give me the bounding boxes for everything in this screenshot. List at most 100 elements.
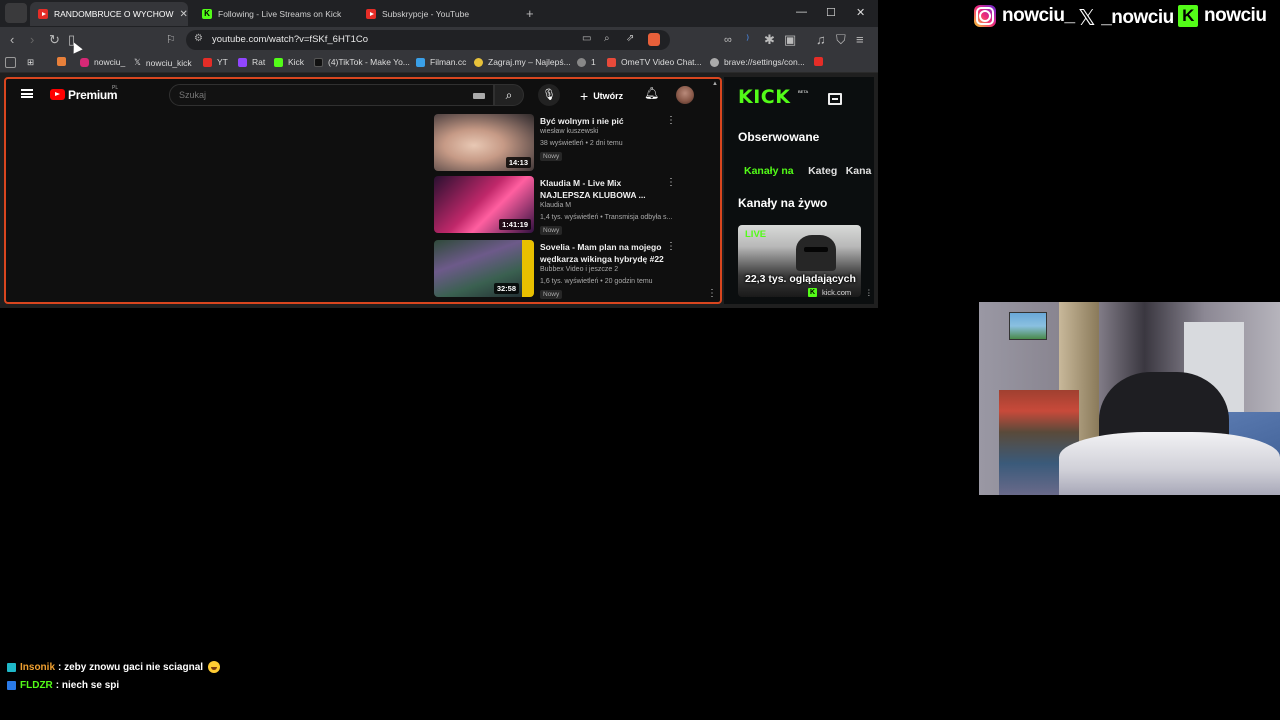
bookmark-icon[interactable]: ⚐	[166, 32, 176, 48]
menu-icon[interactable]: ≡	[856, 32, 864, 48]
video-title[interactable]: Klaudia M - Live Mix NAJLEPSZA KLUBOWA .…	[540, 177, 664, 201]
bookmark-rat[interactable]: Rat	[238, 57, 265, 67]
more-options-icon[interactable]: ⋮	[666, 116, 676, 126]
bookmark-yt[interactable]: YT	[203, 57, 228, 67]
more-options-icon[interactable]: ⋮	[666, 242, 676, 252]
microphone-icon: 🎙︎	[542, 89, 556, 101]
tab-categories[interactable]: Kateg	[808, 165, 837, 177]
bookmark-filman[interactable]: Filman.cc	[416, 57, 466, 67]
bookmark-nowciu-kick[interactable]: 𝕏nowciu_kick	[134, 57, 192, 68]
tab-channels[interactable]: Kana	[846, 165, 872, 177]
live-stream-card[interactable]: LIVE 22,3 tys. oglądających	[738, 225, 861, 297]
youtube-logo-icon[interactable]	[50, 89, 65, 100]
tab-youtube-video[interactable]: RANDOMBRUCE O WYCHOW ✕	[30, 2, 188, 26]
vpn-icon[interactable]: ∞	[724, 32, 732, 48]
bookmark-kick[interactable]: Kick	[274, 57, 304, 67]
tab-live-channels[interactable]: Kanały na	[738, 165, 800, 181]
notifications-bell-icon[interactable]: 🔔︎	[644, 86, 659, 100]
search-button[interactable]: ⌕	[494, 84, 524, 106]
chat-text: : niech se spi	[55, 680, 120, 691]
maximize-button[interactable]: ☐	[826, 6, 836, 19]
youtube-pane: Premium PL Szukaj ⌕ 🎙︎ + Utwórz 🔔︎ ▲ 14:…	[4, 77, 722, 304]
wallet-icon[interactable]: ▣	[784, 32, 796, 48]
bookmark-zagraj[interactable]: Zagraj.my – Najlepś...	[474, 57, 571, 67]
video-title[interactable]: Sovelia - Mam plan na mojego wędkarza wi…	[540, 241, 664, 265]
close-icon[interactable]: ✕	[173, 9, 187, 20]
bookmarks-bar: ⊞ nowciu_ 𝕏nowciu_kick YT Rat Kick (4)Ti…	[0, 53, 878, 73]
voice-search-button[interactable]: 🎙︎	[538, 84, 560, 106]
video-thumbnail[interactable]: 14:13	[434, 114, 534, 171]
brave-shields-icon[interactable]	[648, 33, 660, 46]
collapse-sidebar-icon[interactable]	[828, 93, 842, 105]
window-close-button[interactable]: ✕	[856, 6, 865, 19]
extension-audio-icon[interactable]: ⁾	[746, 32, 749, 48]
bookmark-tiktok[interactable]: (4)TikTok - Make Yo...	[314, 57, 410, 67]
kick-beta-label: BETA	[798, 89, 809, 94]
video-thumbnail[interactable]: 1:41:19	[434, 176, 534, 233]
bookmark-brave-settings[interactable]: brave://settings/con...	[710, 57, 805, 67]
youtube-icon	[38, 9, 48, 19]
tab-label: Subskrypcje - YouTube	[382, 9, 470, 19]
video-title[interactable]: Być wolnym i nie pić	[540, 115, 664, 127]
bookmark-square-icon[interactable]	[5, 57, 21, 68]
scroll-up-icon[interactable]: ▲	[712, 81, 718, 87]
cast-icon[interactable]: ▭	[582, 33, 591, 44]
kick-domain-bar[interactable]: K kick.com ⋮	[808, 288, 873, 297]
video-channel[interactable]: wiesław kuszewski	[540, 128, 598, 135]
video-channel[interactable]: Bubbex Video i jeszcze 2	[540, 266, 618, 273]
address-bar[interactable]: ⚙ youtube.com/watch?v=fSKf_6HT1Co ▭ ⌕ ⇗	[186, 30, 670, 50]
minimize-button[interactable]: —	[796, 6, 807, 18]
bookmark-youtube[interactable]	[814, 57, 828, 66]
grinning-emoji-icon	[208, 661, 221, 673]
site-settings-icon[interactable]: ⚙	[194, 33, 203, 44]
more-options-icon[interactable]: ⋮	[666, 178, 676, 188]
tab-bar: RANDOMBRUCE O WYCHOW ✕ K Following - Liv…	[0, 0, 878, 27]
new-tab-button[interactable]: +	[526, 6, 534, 21]
following-heading: Obserwowane	[738, 130, 820, 144]
media-icon[interactable]: ♫	[816, 32, 826, 48]
share-icon[interactable]: ⇗	[626, 33, 634, 44]
tab-youtube-subscriptions[interactable]: Subskrypcje - YouTube	[358, 2, 518, 26]
bookmark-ometv[interactable]: OmeTV Video Chat...	[607, 57, 702, 67]
list-item[interactable]: 32:58 Sovelia - Mam plan na mojego wędka…	[434, 240, 676, 300]
youtube-icon	[366, 9, 376, 19]
search-input[interactable]: Szukaj	[169, 84, 494, 106]
new-badge: Nowy	[540, 290, 563, 299]
tab-actions-button[interactable]	[5, 3, 27, 23]
keyboard-icon[interactable]	[473, 93, 485, 99]
viewer-count: 22,3 tys. oglądających	[745, 273, 856, 285]
new-badge: Nowy	[540, 226, 563, 235]
country-code: PL	[112, 85, 119, 91]
youtube-premium-label[interactable]: Premium	[68, 88, 118, 102]
browser-window: RANDOMBRUCE O WYCHOW ✕ K Following - Liv…	[0, 0, 878, 308]
video-thumbnail[interactable]: 32:58	[434, 240, 534, 297]
webcam-feed	[979, 302, 1280, 495]
create-button[interactable]: + Utwórz	[580, 88, 623, 104]
extensions-icon[interactable]: ✱	[764, 32, 775, 48]
bookmark-folder[interactable]	[57, 57, 71, 66]
reload-icon[interactable]: ↻	[49, 32, 60, 48]
hamburger-menu-icon[interactable]	[21, 89, 33, 98]
shield-icon[interactable]: ⛉	[836, 32, 846, 48]
kick-tabs: Kanały na Kateg Kana	[738, 161, 874, 181]
list-item[interactable]: 1:41:19 Klaudia M - Live Mix NAJLEPSZA K…	[434, 176, 676, 236]
video-channel[interactable]: Klaudia M	[540, 202, 571, 209]
youtube-header: Premium PL Szukaj ⌕ 🎙︎ + Utwórz 🔔︎ ▲	[6, 79, 720, 111]
back-icon[interactable]: ‹	[10, 32, 14, 48]
chat-message: FLDZR : niech se spi	[7, 680, 119, 691]
more-options-icon[interactable]: ⋮	[865, 288, 873, 297]
more-options-icon[interactable]: ⋮	[707, 288, 717, 299]
search-icon: ⌕	[505, 88, 513, 102]
list-item[interactable]: 14:13 Być wolnym i nie pić wiesław kusze…	[434, 114, 676, 174]
apps-grid-icon[interactable]: ⊞	[27, 57, 34, 68]
zoom-icon[interactable]: ⌕	[604, 33, 610, 44]
forward-icon[interactable]: ›	[30, 32, 34, 48]
kick-handle: K nowciu	[1178, 5, 1267, 27]
chat-badge-icon	[7, 662, 16, 672]
bookmark-globe[interactable]: 1	[577, 57, 596, 67]
x-handle: 𝕏 _nowciu	[1078, 5, 1174, 30]
kick-logo[interactable]: KICK	[738, 86, 790, 108]
avatar[interactable]	[676, 86, 694, 104]
tab-kick-following[interactable]: K Following - Live Streams on Kick	[194, 2, 352, 26]
bookmark-nowciu[interactable]: nowciu_	[80, 57, 125, 67]
